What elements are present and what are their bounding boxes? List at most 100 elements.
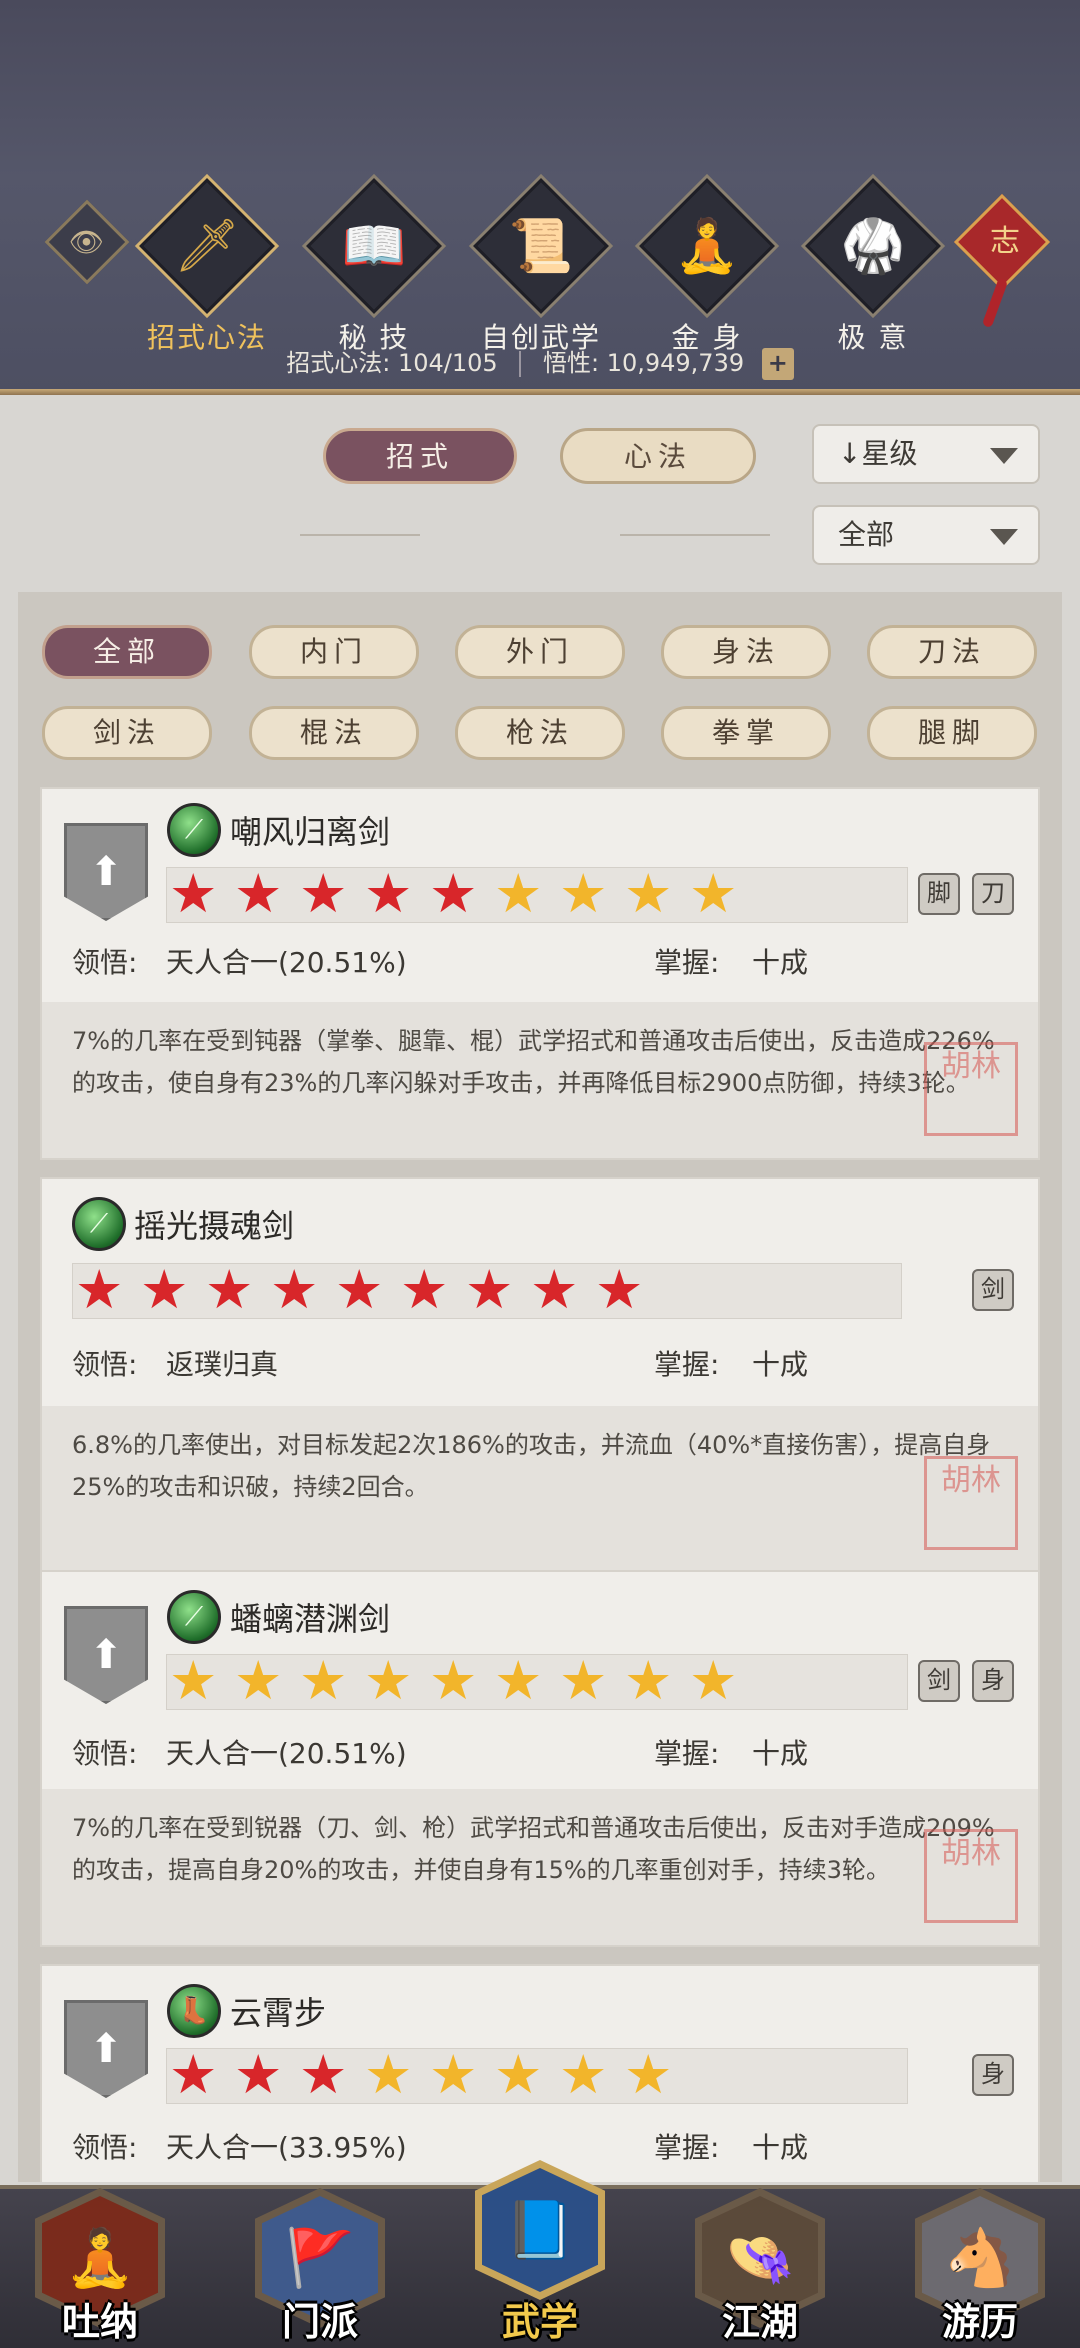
book-icon: 📖 <box>341 216 407 276</box>
skill-card[interactable]: ⬆ ⟋ 蟠螭潜渊剑 ★ ★ ★ ★ ★ ★ ★ ★ ★ 剑 身 领悟: 天人合一(20.51%)… <box>40 1570 1040 1947</box>
sword-skill-icon: ⟋ <box>72 1197 126 1251</box>
star-icon: ★ <box>624 2043 673 2106</box>
divider <box>519 351 522 377</box>
chip-quanzhang[interactable]: 拳掌 <box>661 706 831 760</box>
bottom-nav-label: 吐纳 <box>61 2299 138 2344</box>
bottom-nav-label: 游历 <box>941 2299 1018 2344</box>
nav-jinshen[interactable]: 🧘 金 身 <box>637 178 777 356</box>
skill-desc-text: 7%的几率在受到钝器（掌拳、腿靠、棍）武学招式和普通攻击后使出，反击造成226%… <box>72 1027 995 1097</box>
star-icon: ★ <box>465 1258 514 1321</box>
seal-stamp: 胡林 <box>924 1456 1018 1550</box>
lingwu-value: 返璞归真 <box>166 1348 279 1381</box>
blade-type-icon: 刀 <box>972 873 1014 915</box>
sort-select-value: ↓星级 <box>838 437 918 470</box>
star-icon: ★ <box>169 1649 218 1712</box>
bottom-nav-youli[interactable]: 🐴 游历 <box>910 2178 1050 2348</box>
lingwu-label: 领悟: <box>72 1348 138 1381</box>
skill-name: 蟠螭潜渊剑 <box>230 1600 391 1638</box>
chip-daofa[interactable]: 刀法 <box>867 625 1037 679</box>
zhi-knot-ornament[interactable]: 志 <box>953 168 1051 329</box>
nav-zichuang-wuxue[interactable]: 📜 自创武学 <box>471 178 611 356</box>
upgrade-button[interactable]: ⬆ <box>64 823 148 921</box>
eye-icon: 👁 <box>69 225 105 259</box>
upgrade-button[interactable]: ⬆ <box>64 2000 148 2098</box>
star-icon: ★ <box>559 862 608 925</box>
add-button[interactable]: + <box>761 348 794 380</box>
star-icon: ★ <box>299 1649 348 1712</box>
stat1-label: 招式心法: <box>286 349 391 377</box>
scroll-icon: 📜 <box>508 216 574 276</box>
zhangwo-label: 掌握: <box>654 946 720 979</box>
star-icon: ★ <box>75 1258 124 1321</box>
upgrade-button[interactable]: ⬆ <box>64 1606 148 1704</box>
seal-stamp: 胡林 <box>924 1829 1018 1923</box>
star-icon: ★ <box>494 862 543 925</box>
skill-description: 7%的几率在受到钝器（掌拳、腿靠、棍）武学招式和普通攻击后使出，反击造成226%… <box>42 1002 1038 1158</box>
divider <box>300 534 420 536</box>
star-icon: ★ <box>364 2043 413 2106</box>
skill-name: 摇光摄魂剑 <box>134 1207 295 1245</box>
knot-char: 志 <box>990 224 1020 259</box>
star-icon: ★ <box>595 1258 644 1321</box>
stat2-value: 10,949,739 <box>606 349 745 377</box>
chip-all[interactable]: 全部 <box>42 625 212 679</box>
star-icon: ★ <box>140 1258 189 1321</box>
arrow-up-icon: ⬆ <box>89 1632 123 1678</box>
body-type-icon: 身 <box>972 1660 1014 1702</box>
zhangwo-label: 掌握: <box>654 1348 720 1381</box>
nav-zhaoshi-xinfa[interactable]: 🗡 招式心法 <box>137 178 277 356</box>
star-icon: ★ <box>400 1258 449 1321</box>
zhangwo-value: 十成 <box>752 1737 809 1770</box>
star-icon: ★ <box>494 1649 543 1712</box>
star-icon: ★ <box>299 862 348 925</box>
skill-card[interactable]: ⟋ 摇光摄魂剑 ★ ★ ★ ★ ★ ★ ★ ★ ★ 剑 领悟: 返璞归真 掌握: 十成 6.8%… <box>40 1177 1040 1588</box>
chip-gunfa[interactable]: 棍法 <box>249 706 419 760</box>
arrow-up-icon: ⬆ <box>89 849 123 895</box>
star-rating: ★ ★ ★ ★ ★ ★ ★ ★ ★ <box>166 1649 908 1712</box>
star-icon: ★ <box>429 2043 478 2106</box>
chip-jianfa[interactable]: 剑法 <box>42 706 212 760</box>
nav-miji[interactable]: 📖 秘 技 <box>304 178 444 356</box>
sword-type-icon: 剑 <box>918 1660 960 1702</box>
star-icon: ★ <box>234 862 283 925</box>
star-icon: ★ <box>559 1649 608 1712</box>
zhangwo-label: 掌握: <box>654 1737 720 1770</box>
star-icon: ★ <box>299 2043 348 2106</box>
chip-tuijiao[interactable]: 腿脚 <box>867 706 1037 760</box>
star-icon: ★ <box>530 1258 579 1321</box>
chip-neimen[interactable]: 内门 <box>249 625 419 679</box>
star-icon: ★ <box>429 1649 478 1712</box>
bottom-nav-label: 武学 <box>501 2299 578 2344</box>
tab-zhaoshi[interactable]: 招式 <box>323 428 517 484</box>
star-icon: ★ <box>559 2043 608 2106</box>
seal-stamp: 胡林 <box>924 1042 1018 1136</box>
bottom-nav-wuxue[interactable]: 📘 武学 <box>470 2150 610 2344</box>
divider <box>620 534 770 536</box>
star-icon: ★ <box>234 2043 283 2106</box>
lingwu-value: 天人合一(33.95%) <box>166 2131 407 2164</box>
stat2-label: 悟性: <box>542 349 600 377</box>
nav-jiyi[interactable]: 🥋 极 意 <box>803 178 943 356</box>
star-icon: ★ <box>689 1649 738 1712</box>
star-icon: ★ <box>205 1258 254 1321</box>
star-icon: ★ <box>234 1649 283 1712</box>
stat1-value: 104/105 <box>397 349 498 377</box>
star-rating: ★ ★ ★ ★ ★ ★ ★ ★ ★ <box>72 1258 902 1321</box>
scope-select[interactable]: 全部 <box>812 505 1040 565</box>
bottom-nav-menpai[interactable]: 🚩 门派 <box>250 2178 390 2348</box>
chip-shenfa[interactable]: 身法 <box>661 625 831 679</box>
bottom-nav-jianghu[interactable]: 👒 江湖 <box>690 2178 830 2348</box>
chip-qiangfa[interactable]: 枪法 <box>455 706 625 760</box>
star-icon: ★ <box>364 862 413 925</box>
sort-select[interactable]: ↓星级 <box>812 424 1040 484</box>
sword-skill-icon: ⟋ <box>167 1590 221 1644</box>
chip-waimen[interactable]: 外门 <box>455 625 625 679</box>
stats-bar: 招式心法: 104/105 悟性: 10,949,739 + <box>0 343 1080 380</box>
bottom-nav-label: 江湖 <box>721 2299 798 2344</box>
bottom-nav-tuna[interactable]: 🧘 吐纳 <box>30 2178 170 2348</box>
chevron-down-icon <box>990 448 1018 464</box>
kungfu-icon: 🥋 <box>840 216 906 276</box>
body-type-icon: 身 <box>972 2054 1014 2096</box>
skill-card[interactable]: ⬆ ⟋ 嘲风归离剑 ★ ★ ★ ★ ★ ★ ★ ★ ★ 脚 刀 领悟: 天人合一(20.51%)… <box>40 787 1040 1160</box>
tab-xinfa[interactable]: 心法 <box>560 428 756 484</box>
